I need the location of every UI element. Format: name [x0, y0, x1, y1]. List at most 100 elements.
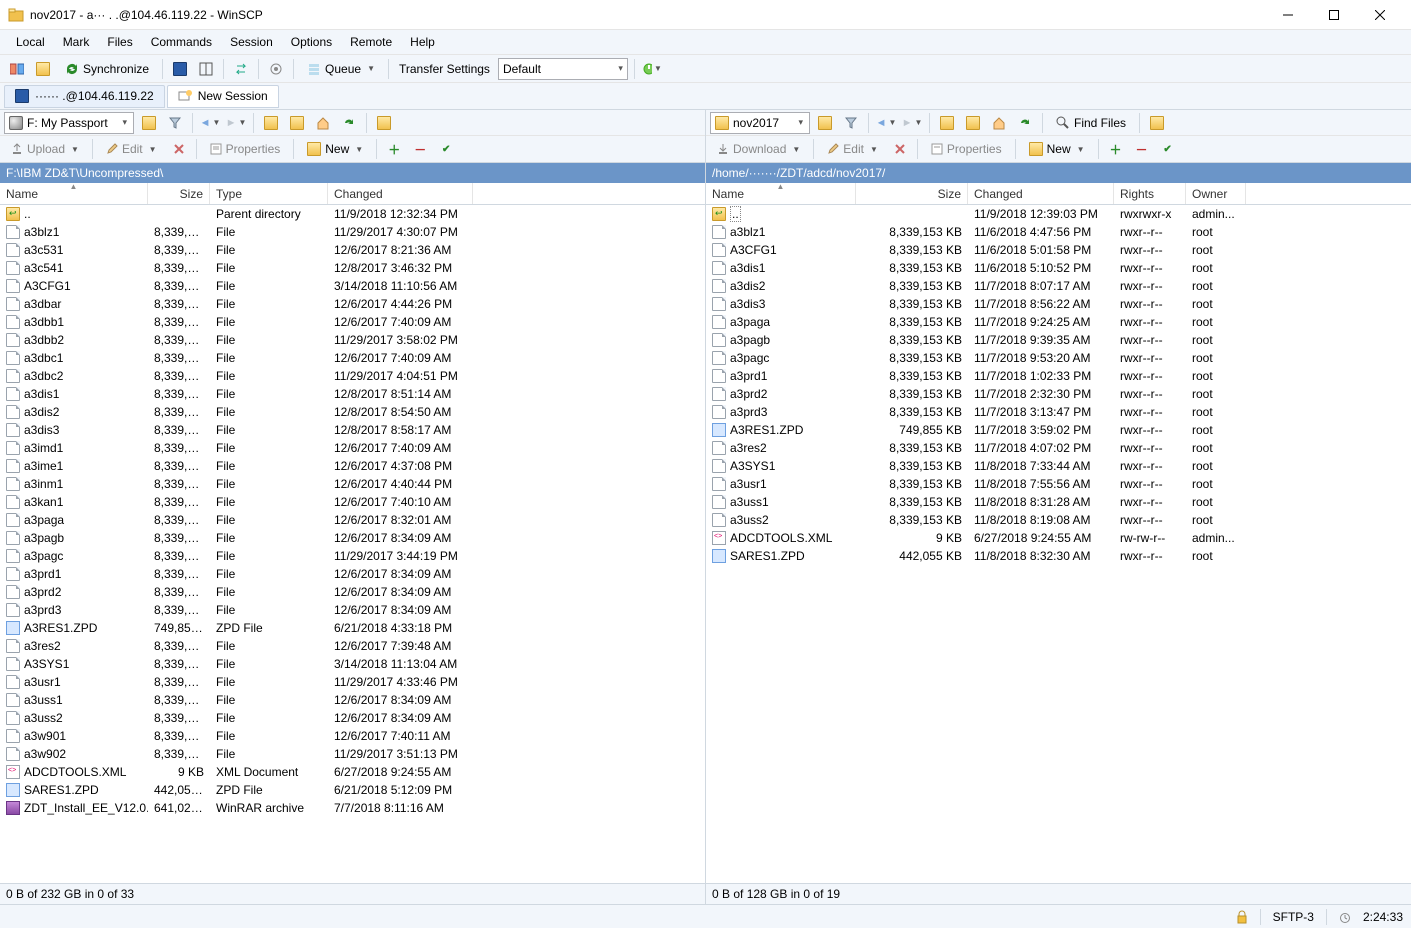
file-row[interactable]: a3w9028,339,15...File11/29/2017 3:51:13 … — [0, 745, 705, 763]
menu-session[interactable]: Session — [222, 33, 281, 51]
file-row[interactable]: a3dbc18,339,15...File12/6/2017 7:40:09 A… — [0, 349, 705, 367]
col-changed[interactable]: Changed — [968, 183, 1114, 204]
file-row[interactable]: a3dis38,339,15...File12/8/2017 8:58:17 A… — [0, 421, 705, 439]
file-row[interactable]: SARES1.ZPD442,055 KB11/8/2018 8:32:30 AM… — [706, 547, 1411, 565]
console-icon[interactable] — [169, 58, 191, 80]
file-row[interactable]: a3uss18,339,15...File12/6/2017 8:34:09 A… — [0, 691, 705, 709]
menu-remote[interactable]: Remote — [342, 33, 400, 51]
file-row[interactable]: a3prd18,339,153 KB11/7/2018 1:02:33 PMrw… — [706, 367, 1411, 385]
file-row[interactable]: a3pagc8,339,15...File11/29/2017 3:44:19 … — [0, 547, 705, 565]
file-row[interactable]: a3uss18,339,153 KB11/8/2018 8:31:28 AMrw… — [706, 493, 1411, 511]
select-check-icon[interactable]: ✔ — [1157, 138, 1179, 160]
file-row[interactable]: a3pagb8,339,15...File12/6/2017 8:34:09 A… — [0, 529, 705, 547]
home-icon[interactable] — [312, 112, 334, 134]
transfer-settings-dropdown[interactable]: Default — [498, 58, 628, 80]
file-row[interactable]: a3w9018,339,15...File12/6/2017 7:40:11 A… — [0, 727, 705, 745]
file-row[interactable]: a3prd38,339,153 KB11/7/2018 3:13:47 PMrw… — [706, 403, 1411, 421]
col-name[interactable]: ▲Name — [0, 183, 148, 204]
file-row[interactable]: a3uss28,339,153 KB11/8/2018 8:19:08 AMrw… — [706, 511, 1411, 529]
file-row[interactable]: a3blz18,339,15...File11/29/2017 4:30:07 … — [0, 223, 705, 241]
synchronize-button[interactable]: Synchronize — [58, 58, 156, 80]
menu-help[interactable]: Help — [402, 33, 443, 51]
commander-icon[interactable] — [195, 58, 217, 80]
transfer-icon[interactable] — [230, 58, 252, 80]
menu-mark[interactable]: Mark — [55, 33, 98, 51]
open-folder-icon[interactable] — [814, 112, 836, 134]
file-row[interactable]: a3pagc8,339,153 KB11/7/2018 9:53:20 AMrw… — [706, 349, 1411, 367]
file-row[interactable]: a3dis38,339,153 KB11/7/2018 8:56:22 AMrw… — [706, 295, 1411, 313]
parent-row[interactable]: ..Parent directory11/9/2018 12:32:34 PM — [0, 205, 705, 223]
col-name[interactable]: ▲Name — [706, 183, 856, 204]
right-file-list[interactable]: ..11/9/2018 12:39:03 PMrwxrwxr-xadmin...… — [706, 205, 1411, 883]
file-row[interactable]: a3dis18,339,153 KB11/6/2018 5:10:52 PMrw… — [706, 259, 1411, 277]
select-all-plus-icon[interactable]: ＋ — [383, 138, 405, 160]
file-row[interactable]: ADCDTOOLS.XML9 KBXML Document6/27/2018 9… — [0, 763, 705, 781]
file-row[interactable]: a3blz18,339,153 KB11/6/2018 4:47:56 PMrw… — [706, 223, 1411, 241]
left-path[interactable]: F:\IBM ZD&T\Uncompressed\ — [0, 163, 705, 183]
file-row[interactable]: a3dbar8,339,15...File12/6/2017 4:44:26 P… — [0, 295, 705, 313]
forward-button[interactable]: ►▼ — [225, 112, 247, 134]
file-row[interactable]: ADCDTOOLS.XML9 KB6/27/2018 9:24:55 AMrw-… — [706, 529, 1411, 547]
delete-icon[interactable] — [889, 138, 911, 160]
edit-button[interactable]: Edit▼ — [820, 138, 885, 160]
forward-button[interactable]: ►▼ — [901, 112, 923, 134]
file-row[interactable]: A3SYS18,339,15...File3/14/2018 11:13:04 … — [0, 655, 705, 673]
file-row[interactable]: a3prd18,339,15...File12/6/2017 8:34:09 A… — [0, 565, 705, 583]
file-row[interactable]: ZDT_Install_EE_V12.0....641,024 KBWinRAR… — [0, 799, 705, 817]
menu-local[interactable]: Local — [8, 33, 53, 51]
queue-button[interactable]: Queue▼ — [300, 58, 382, 80]
menu-options[interactable]: Options — [283, 33, 340, 51]
file-row[interactable]: A3SYS18,339,153 KB11/8/2018 7:33:44 AMrw… — [706, 457, 1411, 475]
select-check-icon[interactable]: ✔ — [435, 138, 457, 160]
left-drive-selector[interactable]: F: My Passport ▾ — [4, 112, 134, 134]
bookmark-icon[interactable] — [1146, 112, 1168, 134]
right-path[interactable]: /home/·······/ZDT/adcd/nov2017/ — [706, 163, 1411, 183]
col-size[interactable]: Size — [148, 183, 210, 204]
sync-browse-icon[interactable] — [32, 58, 54, 80]
disconnect-icon[interactable]: ▼ — [641, 58, 663, 80]
file-row[interactable]: a3res28,339,153 KB11/7/2018 4:07:02 PMrw… — [706, 439, 1411, 457]
new-button[interactable]: New▼ — [300, 138, 370, 160]
right-drive-selector[interactable]: nov2017 ▾ — [710, 112, 810, 134]
refresh-icon[interactable] — [338, 112, 360, 134]
bookmark-icon[interactable] — [373, 112, 395, 134]
menu-commands[interactable]: Commands — [143, 33, 220, 51]
back-button[interactable]: ◄▼ — [875, 112, 897, 134]
file-row[interactable]: a3uss28,339,15...File12/6/2017 8:34:09 A… — [0, 709, 705, 727]
find-files-button[interactable]: Find Files — [1049, 112, 1133, 134]
new-session-tab[interactable]: New Session — [167, 85, 279, 108]
file-row[interactable]: A3RES1.ZPD749,855 KB11/7/2018 3:59:02 PM… — [706, 421, 1411, 439]
delete-icon[interactable] — [168, 138, 190, 160]
file-row[interactable]: a3paga8,339,15...File12/6/2017 8:32:01 A… — [0, 511, 705, 529]
select-all-plus-icon[interactable]: ＋ — [1105, 138, 1127, 160]
file-row[interactable]: a3prd28,339,153 KB11/7/2018 2:32:30 PMrw… — [706, 385, 1411, 403]
file-row[interactable]: a3c5418,339,15...File12/8/2017 3:46:32 P… — [0, 259, 705, 277]
col-size[interactable]: Size — [856, 183, 968, 204]
file-row[interactable]: a3c5318,339,15...File12/6/2017 8:21:36 A… — [0, 241, 705, 259]
download-button[interactable]: Download▼ — [710, 138, 807, 160]
file-row[interactable]: a3kan18,339,15...File12/6/2017 7:40:10 A… — [0, 493, 705, 511]
file-row[interactable]: a3dis28,339,153 KB11/7/2018 8:07:17 AMrw… — [706, 277, 1411, 295]
file-row[interactable]: a3dbb18,339,15...File12/6/2017 7:40:09 A… — [0, 313, 705, 331]
open-folder-icon[interactable] — [138, 112, 160, 134]
col-changed[interactable]: Changed — [328, 183, 473, 204]
select-all-minus-icon[interactable]: － — [409, 138, 431, 160]
col-rights[interactable]: Rights — [1114, 183, 1186, 204]
parent-dir-icon[interactable] — [936, 112, 958, 134]
home-icon[interactable] — [988, 112, 1010, 134]
back-button[interactable]: ◄▼ — [199, 112, 221, 134]
root-dir-icon[interactable] — [962, 112, 984, 134]
properties-button[interactable]: Properties — [203, 138, 288, 160]
file-row[interactable]: A3CFG18,339,153 KB11/6/2018 5:01:58 PMrw… — [706, 241, 1411, 259]
file-row[interactable]: SARES1.ZPD442,055 KBZPD File6/21/2018 5:… — [0, 781, 705, 799]
refresh-icon[interactable] — [1014, 112, 1036, 134]
file-row[interactable]: a3prd28,339,15...File12/6/2017 8:34:09 A… — [0, 583, 705, 601]
edit-button[interactable]: Edit▼ — [99, 138, 164, 160]
file-row[interactable]: a3dis28,339,15...File12/8/2017 8:54:50 A… — [0, 403, 705, 421]
file-row[interactable]: a3dbb28,339,15...File11/29/2017 3:58:02 … — [0, 331, 705, 349]
new-button[interactable]: New▼ — [1022, 138, 1092, 160]
minimize-button[interactable] — [1265, 0, 1311, 30]
left-file-list[interactable]: ..Parent directory11/9/2018 12:32:34 PMa… — [0, 205, 705, 883]
file-row[interactable]: a3dbc28,339,15...File11/29/2017 4:04:51 … — [0, 367, 705, 385]
file-row[interactable]: a3usr18,339,153 KB11/8/2018 7:55:56 AMrw… — [706, 475, 1411, 493]
